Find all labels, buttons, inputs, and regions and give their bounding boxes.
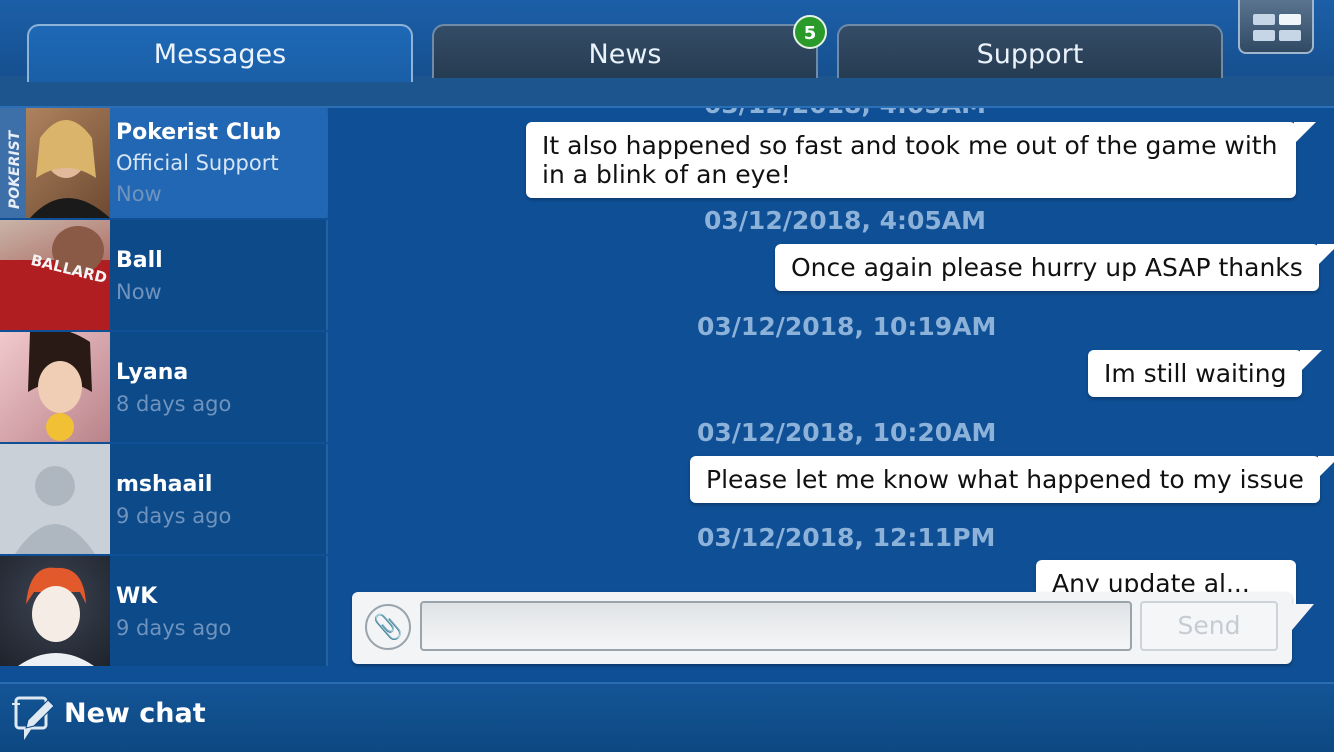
contact-subtitle: Official Support bbox=[116, 151, 279, 175]
contact-time: Now bbox=[116, 280, 162, 304]
paperclip-icon[interactable]: 📎 bbox=[365, 604, 411, 650]
contact-time: Now bbox=[116, 182, 162, 206]
message-timestamp: 03/12/2018, 4:05AM bbox=[704, 206, 987, 235]
news-count-badge: 5 bbox=[793, 15, 827, 49]
avatar bbox=[0, 332, 110, 442]
grid-icon-cell bbox=[1253, 30, 1275, 41]
avatar-brand-label: POKERIST bbox=[7, 130, 23, 209]
grid-icon-cell bbox=[1279, 30, 1301, 41]
avatar-image bbox=[18, 567, 94, 666]
contact-name: WK bbox=[116, 584, 158, 609]
tab-messages[interactable]: Messages bbox=[27, 24, 413, 82]
contact-name: Pokerist Club bbox=[116, 120, 281, 145]
avatar-image bbox=[28, 332, 92, 441]
message-bubble: Im still waiting bbox=[1088, 350, 1323, 397]
avatar bbox=[0, 556, 110, 666]
message-bubble: Please let me know what happened to my i… bbox=[690, 456, 1334, 503]
conversation-item[interactable]: BALLARD Ball Now bbox=[0, 220, 328, 330]
conversation-item[interactable]: WK 9 days ago bbox=[0, 556, 328, 666]
avatar: POKERIST bbox=[0, 108, 110, 218]
default-avatar-icon bbox=[15, 466, 95, 554]
grid-icon bbox=[1253, 14, 1275, 25]
conversation-item[interactable]: mshaail 9 days ago bbox=[0, 444, 328, 554]
message-timestamp: 03/12/2018, 10:20AM bbox=[697, 418, 997, 447]
menu-grid-button[interactable] bbox=[1238, 0, 1314, 54]
message-bubble: It also happened so fast and took me out… bbox=[526, 122, 1316, 198]
message-timestamp: 03/12/2018, 10:19AM bbox=[697, 312, 997, 341]
tab-support[interactable]: Support bbox=[837, 24, 1223, 78]
grid-icon-cell bbox=[1279, 14, 1301, 25]
contact-time: 9 days ago bbox=[116, 616, 232, 640]
contact-name: Ball bbox=[116, 248, 163, 273]
conversation-item[interactable]: POKERIST Pokerist Club Official Support … bbox=[0, 108, 328, 218]
avatar bbox=[0, 444, 110, 554]
bottom-bar: New chat bbox=[0, 682, 1334, 752]
message-timestamp: 03/12/2018, 12:11PM bbox=[697, 523, 996, 552]
conversation-list: POKERIST Pokerist Club Official Support … bbox=[0, 108, 328, 682]
contact-time: 8 days ago bbox=[116, 392, 232, 416]
message-timestamp: 03/12/2018, 4:05AM bbox=[704, 108, 986, 119]
contact-name: Lyana bbox=[116, 360, 189, 385]
message-composer: 📎 Send bbox=[352, 592, 1314, 664]
top-tab-bar: Messages News 5 Support bbox=[0, 0, 1334, 108]
send-button[interactable]: Send bbox=[1140, 601, 1278, 651]
new-chat-icon-graphic bbox=[12, 696, 55, 740]
message-input[interactable] bbox=[420, 601, 1132, 651]
contact-name: mshaail bbox=[116, 472, 213, 497]
avatar: BALLARD bbox=[0, 220, 110, 330]
new-chat-icon[interactable] bbox=[10, 690, 56, 742]
new-chat-button[interactable]: New chat bbox=[64, 698, 206, 729]
message-bubble: Once again please hurry up ASAP thanks bbox=[775, 244, 1334, 291]
conversation-item[interactable]: Lyana 8 days ago bbox=[0, 332, 328, 442]
tab-news[interactable]: News bbox=[432, 24, 818, 78]
contact-time: 9 days ago bbox=[116, 504, 232, 528]
